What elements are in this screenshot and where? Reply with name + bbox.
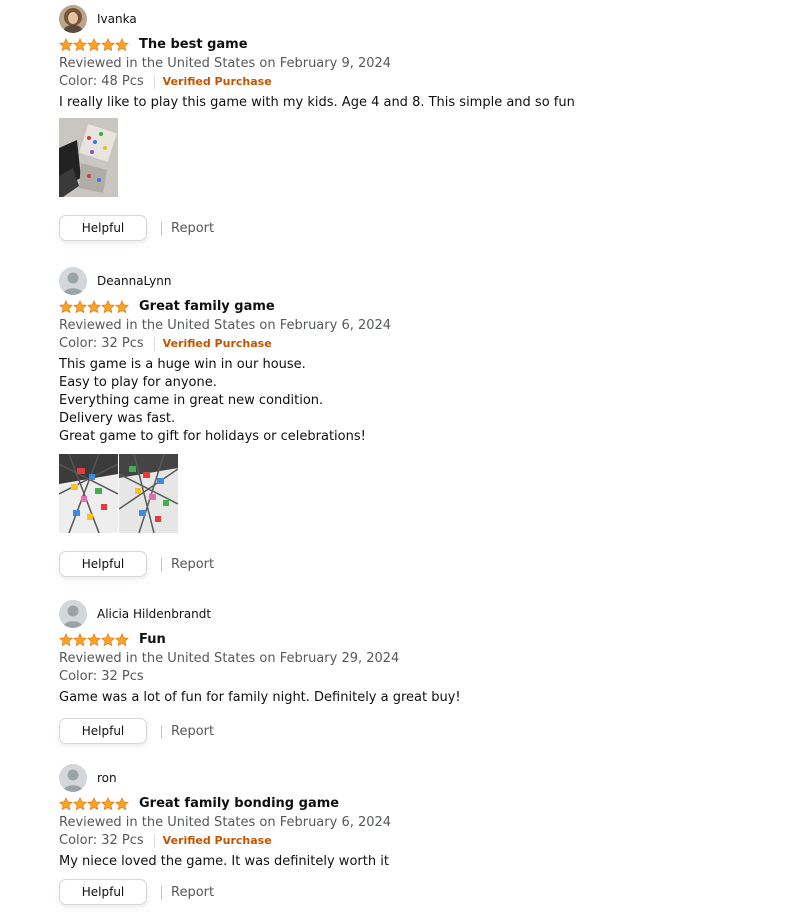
star-icon [73,633,87,647]
star-icon [59,300,73,314]
review-body: My niece loved the game. It was definite… [59,853,779,871]
divider [153,75,155,89]
star-icon [73,300,87,314]
divider [153,337,155,351]
review-date: Reviewed in the United States on Februar… [59,56,392,71]
star-rating[interactable] [59,38,129,52]
review-title[interactable]: The best game [139,37,248,52]
report-link[interactable]: Report [171,724,214,739]
review: ron Great family bonding game Reviewed i… [59,764,779,907]
avatar[interactable] [59,600,87,628]
star-icon [101,38,115,52]
review-body-line: My niece loved the game. It was definite… [59,854,389,869]
divider [161,558,162,572]
review-body-line: I really like to play this game with my … [59,95,575,110]
review-body-line: Everything came in great new condition. [59,393,324,408]
star-icon [59,633,73,647]
rating-title-row: Fun [59,632,779,650]
review-images [59,454,779,533]
helpful-button[interactable]: Helpful [59,718,147,744]
review-date: Reviewed in the United States on Februar… [59,318,392,333]
star-icon [115,633,129,647]
review-image-thumbnail[interactable] [59,454,118,533]
reviewer-profile[interactable]: Alicia Hildenbrandt [59,600,779,628]
review-body-line: Great game to gift for holidays or celeb… [59,429,366,444]
review-meta: Color: 48 Pcs Verified Purchase [59,73,779,91]
review-image-thumbnail[interactable] [119,454,178,533]
divider [153,834,155,848]
reviewer-profile[interactable]: ron [59,764,779,792]
review-body: This game is a huge win in our house. Ea… [59,356,779,446]
star-icon [115,300,129,314]
star-icon [101,300,115,314]
review: Alicia Hildenbrandt Fun Reviewed in the … [59,600,779,746]
star-icon [87,300,101,314]
star-icon [59,38,73,52]
star-rating[interactable] [59,797,129,811]
review-actions: Helpful Report [59,551,779,579]
review-actions: Helpful Report [59,879,779,907]
review-body-line: Delivery was fast. [59,411,176,426]
avatar[interactable] [59,267,87,295]
review-body-line: This game is a huge win in our house. [59,357,306,372]
review-date: Reviewed in the United States on Februar… [59,651,400,666]
helpful-button[interactable]: Helpful [59,551,147,577]
review-title[interactable]: Great family bonding game [139,796,339,811]
variant-label[interactable]: Color: 32 Pcs [59,832,144,850]
review: DeannaLynn Great family game Reviewed in… [59,267,779,579]
reviewer-profile[interactable]: DeannaLynn [59,267,779,295]
star-icon [87,633,101,647]
star-icon [87,797,101,811]
review-meta: Color: 32 Pcs Verified Purchase [59,335,779,353]
review-actions: Helpful Report [59,215,779,243]
star-rating[interactable] [59,633,129,647]
review-meta: Color: 32 Pcs Verified Purchase [59,832,779,850]
review-body-line: Easy to play for anyone. [59,375,217,390]
star-icon [101,633,115,647]
helpful-button[interactable]: Helpful [59,215,147,241]
star-icon [59,797,73,811]
reviewer-profile[interactable]: Ivanka [59,5,779,33]
review-body: Game was a lot of fun for family night. … [59,689,779,707]
star-icon [87,38,101,52]
review-body-line: Game was a lot of fun for family night. … [59,690,461,705]
report-link[interactable]: Report [171,221,214,236]
review-date: Reviewed in the United States on Februar… [59,815,392,830]
report-link[interactable]: Report [171,885,214,900]
variant-label[interactable]: Color: 48 Pcs [59,73,144,91]
star-icon [73,797,87,811]
review-actions: Helpful Report [59,718,779,746]
review-body: I really like to play this game with my … [59,94,779,112]
star-icon [115,797,129,811]
variant-label[interactable]: Color: 32 Pcs [59,668,144,686]
avatar[interactable] [59,764,87,792]
review-title[interactable]: Great family game [139,299,275,314]
divider [161,886,162,900]
star-icon [101,797,115,811]
review-meta: Color: 32 Pcs [59,668,779,686]
verified-purchase-badge: Verified Purchase [162,834,272,847]
review: Ivanka The best game Reviewed in the Uni… [59,5,779,243]
reviewer-name[interactable]: DeannaLynn [97,274,171,288]
divider [161,222,162,236]
rating-title-row: Great family bonding game [59,796,779,814]
verified-purchase-badge: Verified Purchase [162,337,272,350]
avatar[interactable] [59,5,87,33]
reviewer-name[interactable]: Ivanka [97,12,137,26]
rating-title-row: The best game [59,37,779,55]
rating-title-row: Great family game [59,299,779,317]
divider [161,725,162,739]
reviewer-name[interactable]: Alicia Hildenbrandt [97,607,211,621]
star-rating[interactable] [59,300,129,314]
review-image-thumbnail[interactable] [59,118,118,197]
review-images [59,118,779,197]
star-icon [115,38,129,52]
reviewer-name[interactable]: ron [97,771,117,785]
star-icon [73,38,87,52]
variant-label[interactable]: Color: 32 Pcs [59,335,144,353]
review-title[interactable]: Fun [139,632,166,647]
verified-purchase-badge: Verified Purchase [162,75,272,88]
report-link[interactable]: Report [171,557,214,572]
helpful-button[interactable]: Helpful [59,879,147,905]
